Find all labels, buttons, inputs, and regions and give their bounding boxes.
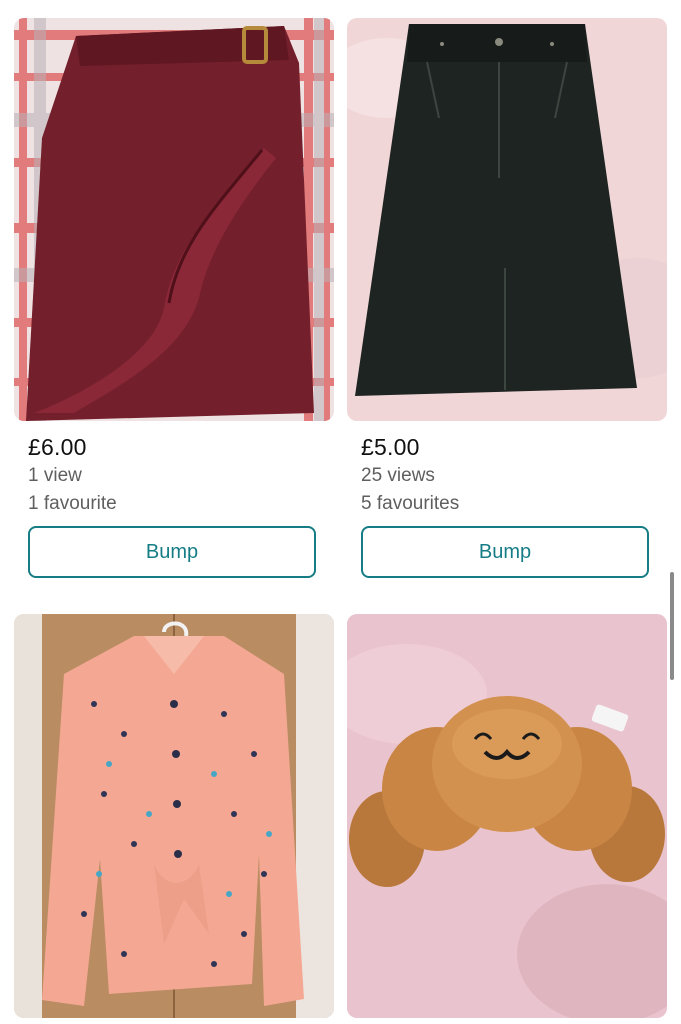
listing-card[interactable]: [347, 614, 667, 1018]
listing-favourites: 5 favourites: [361, 493, 460, 514]
listing-favourites: 1 favourite: [28, 493, 117, 514]
burgundy-skirt-photo[interactable]: [14, 18, 334, 421]
listing-card[interactable]: £5.00 25 views 5 favourites Bump: [347, 18, 667, 578]
listings-grid: £6.00 1 view 1 favourite Bump £5.00 25 v…: [0, 0, 681, 1024]
listing-price: £6.00: [28, 434, 87, 460]
bump-button[interactable]: Bump: [361, 526, 649, 578]
black-denim-skirt-photo[interactable]: [347, 18, 667, 421]
scrollbar[interactable]: [670, 572, 674, 680]
listing-card[interactable]: £6.00 1 view 1 favourite Bump: [14, 18, 334, 578]
pink-print-blouse-photo[interactable]: [14, 614, 334, 1018]
croissant-plush-photo[interactable]: [347, 614, 667, 1018]
listing-card[interactable]: [14, 614, 334, 1018]
listing-views: 1 view: [28, 465, 82, 486]
bump-button[interactable]: Bump: [28, 526, 316, 578]
listing-price: £5.00: [361, 434, 420, 460]
listing-views: 25 views: [361, 465, 435, 486]
